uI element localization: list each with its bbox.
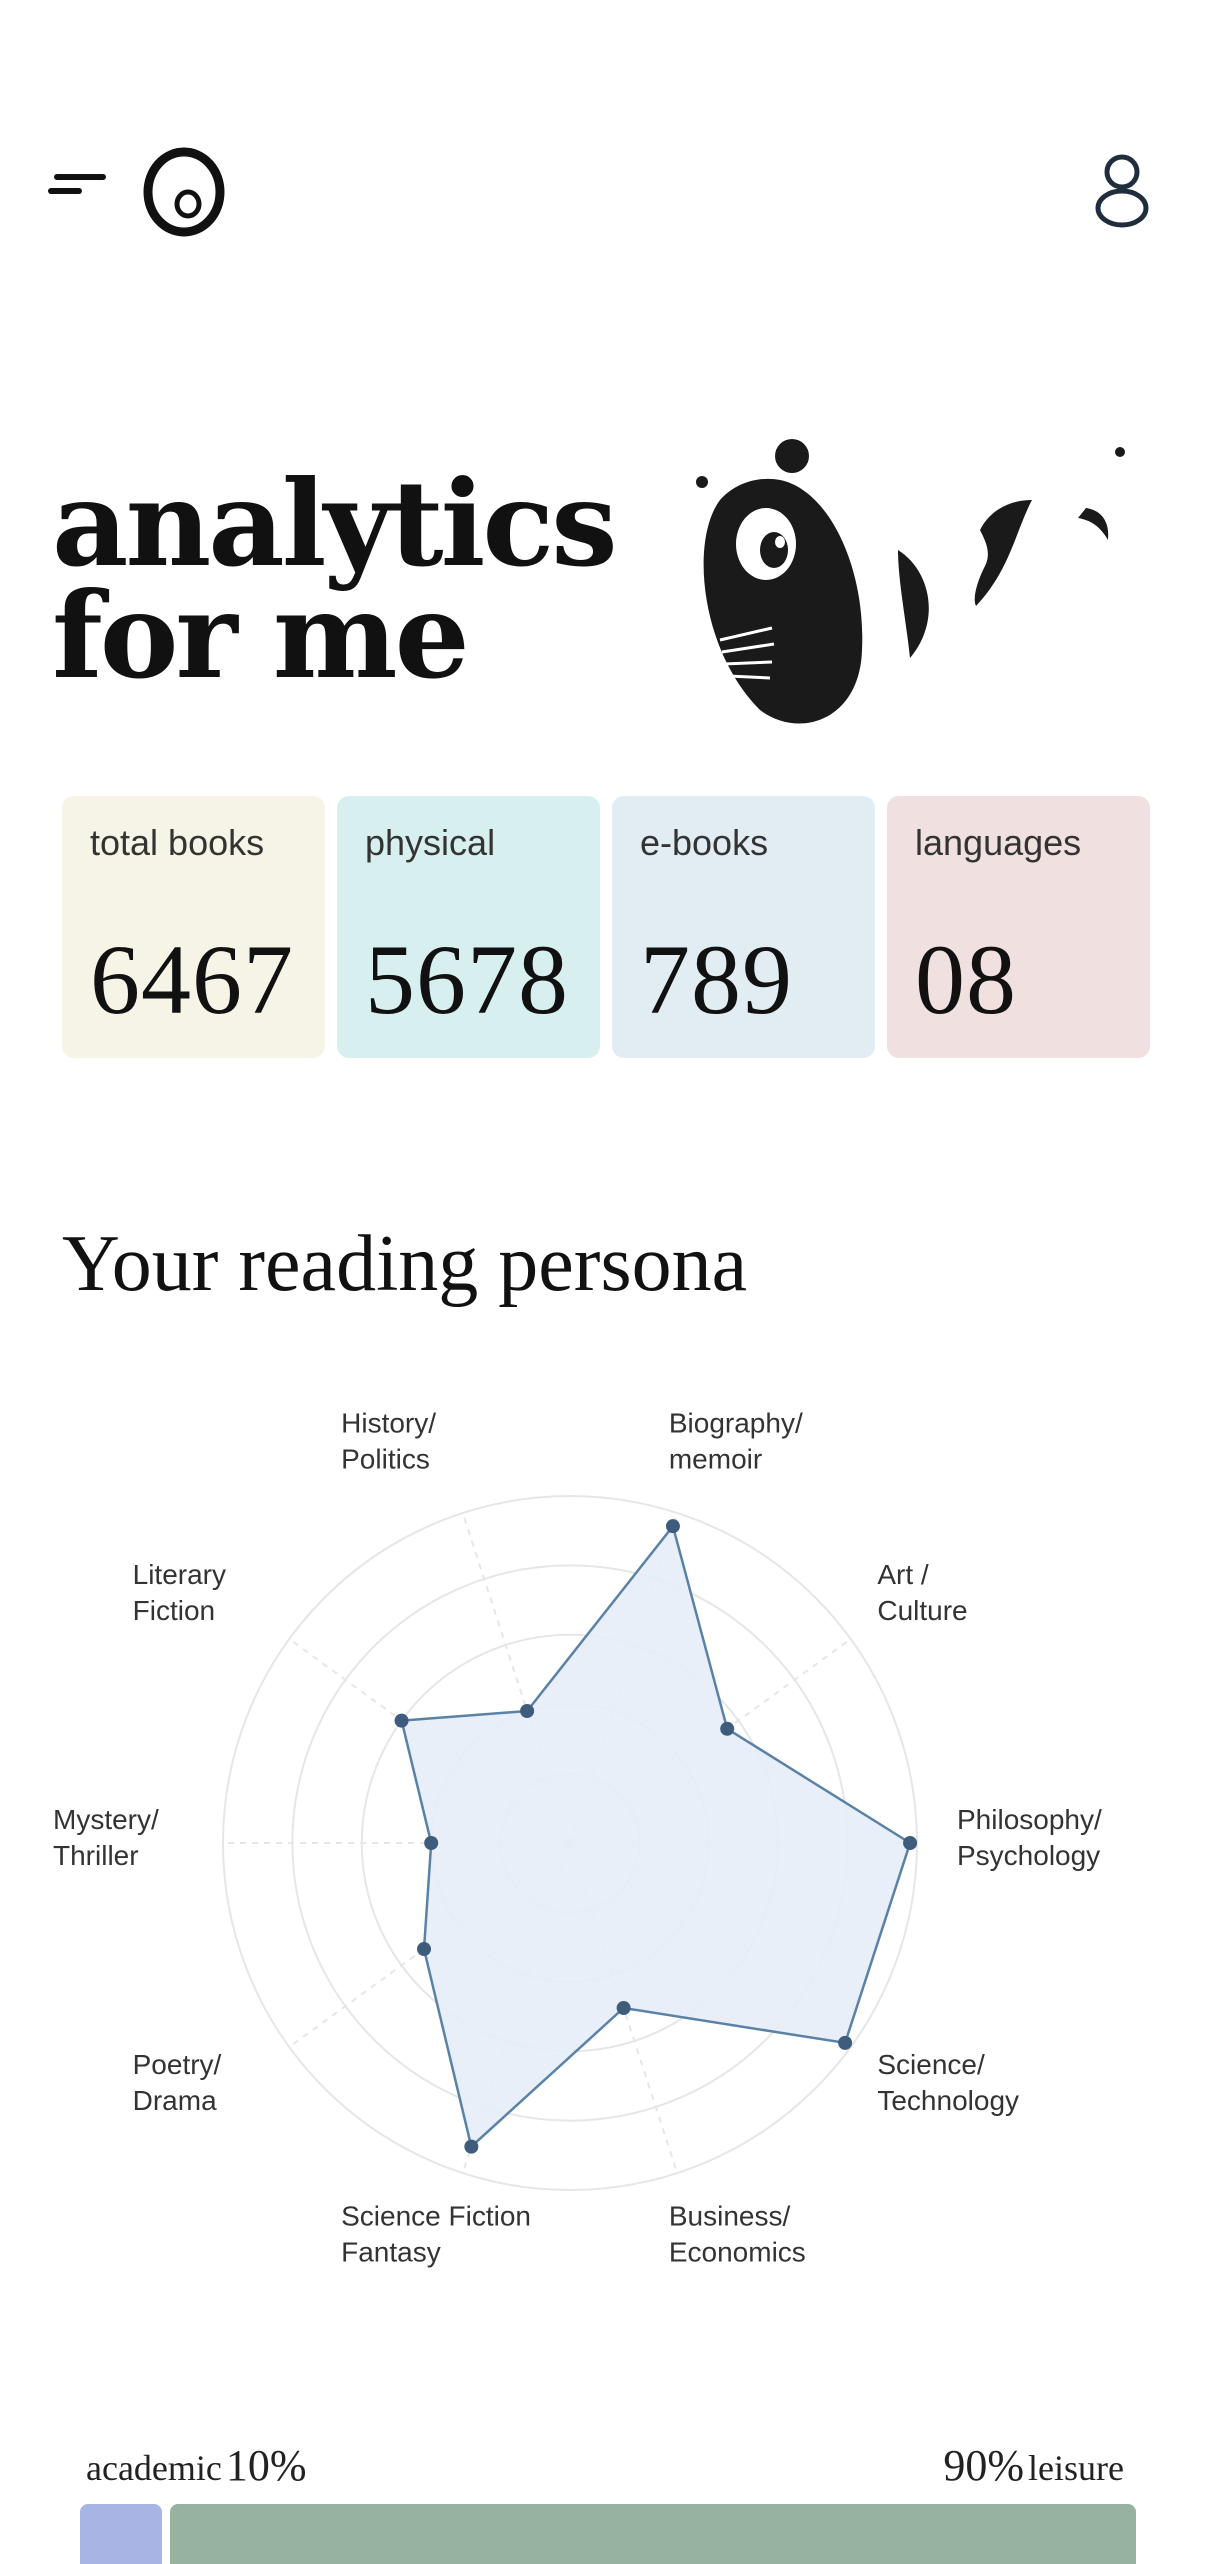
radar-category-label: Literary Fiction [133,1559,226,1626]
leisure-percent: 90% [943,2441,1025,2490]
stat-label: e-books [640,822,769,863]
radar-point [520,1703,535,1718]
radar-point [417,1942,432,1957]
radar-point [838,2035,853,2050]
academic-percent: 10% [225,2441,307,2490]
stat-card-total-books[interactable]: total books 6467 [62,796,325,1058]
mole-mascot-icon [689,439,1125,724]
radar-category-label: Philosophy/Psychology [957,1804,1102,1871]
academic-bar-segment[interactable] [80,2504,162,2564]
radar-point [464,2139,479,2154]
radar-category-label: Art / Culture [877,1559,967,1626]
menu-button[interactable] [44,166,114,206]
radar-category-label: History/Politics [341,1407,436,1474]
stat-label: total books [90,822,265,863]
stats-row: total books 6467 physical 5678 e-books 7… [62,796,1150,1058]
page-title-line-1: analytics [52,454,618,593]
radar-category-label: Biography/memoir [669,1407,803,1474]
radar-category-label: Business/Economics [669,2201,806,2268]
stat-value: 5678 [365,924,569,1035]
logo-icon[interactable] [140,146,232,238]
radar-point [665,1519,680,1534]
radar-category-label: Science/Technology [877,2049,1019,2116]
stat-label: languages [915,822,1082,863]
stat-label: physical [365,822,496,863]
stat-value: 08 [915,924,1017,1035]
stat-card-languages[interactable]: languages 08 [887,796,1150,1058]
stat-value: 789 [640,924,793,1035]
radar-category-label: Science Fiction Fantasy [341,2201,531,2268]
radar-series-area [400,1523,912,2149]
section-title-reading-persona: Your reading persona [62,1220,748,1308]
page-title: analytics for me [52,454,618,705]
radar-category-label: Poetry/Drama [133,2049,222,2116]
balance-bar [80,2504,1136,2564]
leisure-label-group: 90% leisure [943,2440,1124,2491]
reading-persona-radar-chart: Biography/memoir Art / Culture Philosophy/P… [53,1407,1102,2268]
radar-point [424,1836,439,1850]
academic-leisure-balance: academic 10% 90% leisure [0,2420,1208,2564]
stat-card-physical[interactable]: physical 5678 [337,796,600,1058]
user-icon[interactable] [1092,152,1152,232]
radar-point [616,2001,631,2016]
leisure-bar-segment[interactable] [170,2504,1136,2564]
academic-label: academic [86,2448,222,2488]
academic-label-group: academic 10% [86,2440,307,2491]
leisure-label: leisure [1028,2448,1124,2488]
radar-point [394,1713,409,1728]
radar-category-label: Mystery/Thriller [53,1804,159,1871]
stat-value: 6467 [90,924,294,1035]
stat-card-e-books[interactable]: e-books 789 [612,796,875,1058]
radar-point [720,1721,735,1736]
page-title-line-2: for me [52,566,470,705]
radar-point [903,1836,918,1850]
app-header [0,0,1208,260]
